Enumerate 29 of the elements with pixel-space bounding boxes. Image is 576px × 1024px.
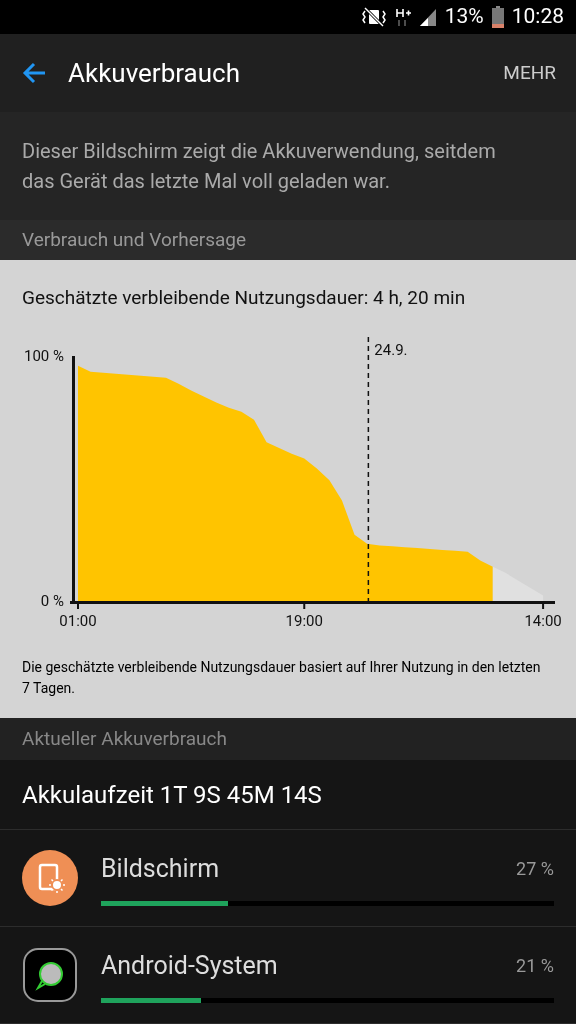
forecast-note: Die geschätzte verbleibende Nutzungsdauer basiert auf Ihrer Nutzung in den letzten 7 Tagen. (22, 657, 542, 698)
usage-percent: 21 % (516, 954, 554, 978)
clock: 10:28 (511, 3, 564, 31)
y-tick-label: 0 % (40, 591, 64, 610)
vibrate-mute-icon (360, 7, 387, 27)
battery-time: Akkulaufzeit 1T 9S 45M 14S (22, 779, 322, 811)
x-tick-label: 14:00 (524, 611, 562, 630)
app-name: Android-System (101, 949, 278, 982)
forecast-title: Geschätzte verbleibende Nutzungsdauer: 4 h, 20 min (22, 285, 467, 311)
x-tick-label: 19:00 (285, 611, 323, 630)
battery-icon (491, 6, 504, 28)
date-label: 24.9. (374, 340, 408, 359)
x-tick-label: 01:00 (59, 611, 97, 630)
section-header: Aktueller Akkuverbrauch (22, 725, 227, 752)
usage-percent: 27 % (516, 857, 554, 881)
section-header: Verbrauch und Vorhersage (22, 226, 247, 253)
app-name: Bildschirm (101, 852, 220, 885)
battery-percent: 13% (444, 3, 484, 31)
more-button[interactable]: MEHR (503, 58, 556, 88)
network-type-icon (394, 7, 411, 27)
screen-title: Akkuverbrauch (68, 56, 241, 90)
back-arrow-icon (21, 61, 47, 85)
phone-brightness-icon (22, 850, 78, 906)
y-tick-label: 100 % (24, 346, 64, 365)
signal-icon (418, 7, 437, 27)
android-system-icon (22, 947, 78, 1003)
description-text: Dieser Bildschirm zeigt die Akkuverwendung, seitdem das Gerät das letzte Mal voll geladen war. (22, 138, 497, 195)
app-usage-row[interactable]: Bildschirm 27 % (0, 830, 576, 927)
app-usage-row[interactable]: Android-System 21 % (0, 927, 576, 1024)
